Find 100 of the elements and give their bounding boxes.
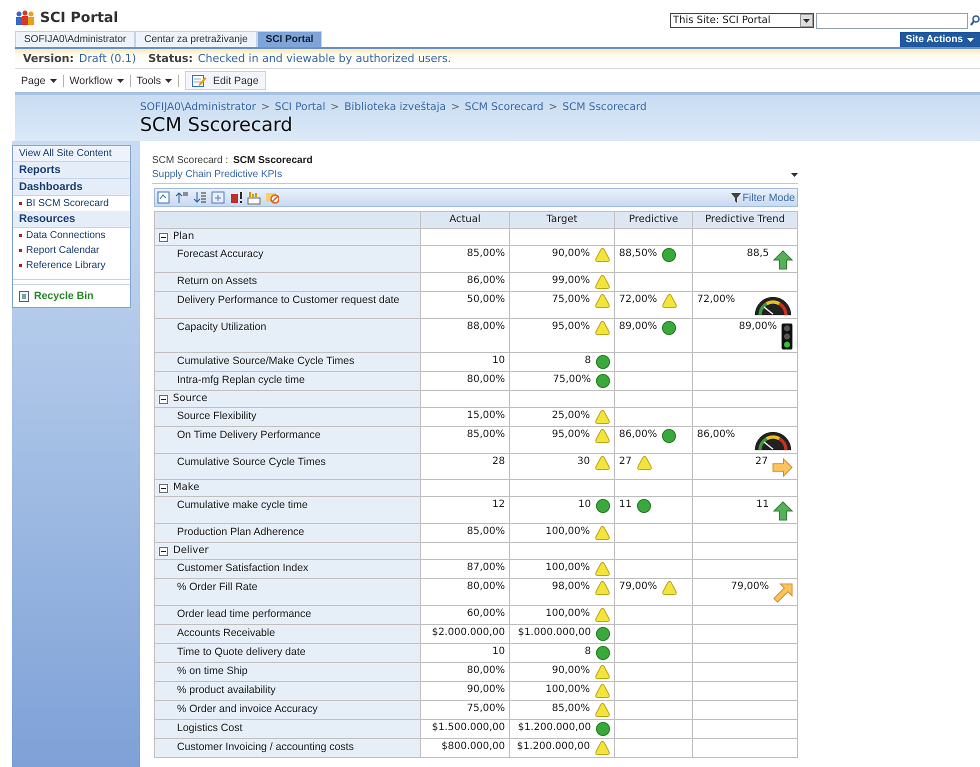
- site-actions-button[interactable]: Site Actions: [900, 32, 980, 47]
- status-triangle-icon: [595, 294, 610, 308]
- caret-icon: [803, 18, 810, 22]
- nav-item-label: Reference Library: [26, 260, 106, 271]
- target-value: 75,00%: [552, 374, 591, 386]
- column-header: Actual: [420, 212, 510, 228]
- search-field[interactable]: [816, 13, 968, 29]
- nav-item[interactable]: Reference Library: [13, 258, 130, 273]
- toolbar-menu[interactable]: Workflow: [64, 74, 131, 86]
- site-title[interactable]: SCI Portal: [40, 10, 118, 26]
- bin-icon: [19, 290, 29, 302]
- status-triangle-icon: [595, 581, 610, 595]
- breadcrumb-link[interactable]: SCM Scorecard: [464, 101, 544, 113]
- status-triangle-icon: [662, 294, 678, 308]
- nav-item[interactable]: Data Connections: [13, 228, 130, 243]
- breadcrumb-link[interactable]: SOFIJA0\Administrator: [140, 101, 256, 113]
- target-value: 8: [584, 646, 591, 658]
- trend-value: 79,00%: [730, 581, 769, 593]
- target-value: 95,00%: [552, 429, 590, 441]
- kpi-name: % Order and invoice Accuracy: [154, 700, 420, 720]
- clear-icon[interactable]: [265, 190, 279, 205]
- nav-item[interactable]: BI SCM Scorecard: [13, 196, 130, 211]
- actual-cell: 80,00%: [420, 578, 510, 606]
- nav-heading[interactable]: Reports: [13, 162, 130, 179]
- nav-link[interactable]: View All Site Content: [13, 146, 130, 162]
- predictive-value: 27: [619, 456, 632, 468]
- target-value: 100,00%: [546, 526, 590, 538]
- actual-cell: 80,00%: [420, 662, 510, 682]
- collapse-icon[interactable]: [159, 394, 168, 404]
- nav-heading[interactable]: Dashboards: [13, 179, 130, 196]
- target-value: 98,00%: [552, 581, 590, 593]
- toolbar-menu[interactable]: Page: [21, 74, 64, 86]
- status-triangle-icon: [662, 581, 678, 595]
- target-value: 90,00%: [552, 248, 590, 260]
- breadcrumb-separator: >: [548, 101, 558, 113]
- status-triangle-icon: [595, 665, 610, 679]
- status-circle-icon: [662, 429, 676, 443]
- group-label: Deliver: [173, 545, 209, 557]
- nav-tab[interactable]: SCI Portal: [256, 31, 322, 47]
- nav-tab[interactable]: Centar za pretraživanje: [135, 31, 257, 47]
- field-value: Checked in and viewable by authorized users.: [198, 52, 452, 65]
- scorecard-name: SCM Sscorecard: [233, 155, 313, 166]
- breadcrumb-separator: >: [330, 101, 340, 113]
- kpi-name: Customer Invoicing / accounting costs: [154, 738, 420, 758]
- filter-mode-link[interactable]: Filter Mode: [731, 192, 795, 204]
- kpi-name: Time to Quote delivery date: [154, 644, 420, 662]
- collapse-icon[interactable]: [159, 232, 168, 242]
- actual-cell: $2.000.000,00: [420, 624, 510, 644]
- target-value: 25,00%: [552, 410, 590, 422]
- field-label: Version:: [23, 52, 74, 65]
- trend-value: 88,5: [746, 248, 769, 260]
- target-value: 100,00%: [546, 562, 590, 574]
- nav-tab[interactable]: SOFIJA0\Administrator: [15, 31, 136, 47]
- status-triangle-icon: [595, 429, 610, 443]
- status-circle-icon: [662, 248, 676, 262]
- collapse-icon[interactable]: [159, 546, 168, 556]
- target-value: 100,00%: [546, 684, 590, 696]
- status-circle-icon: [662, 321, 676, 335]
- bullet-icon: [19, 202, 22, 205]
- predictive-value: 86,00%: [619, 429, 658, 441]
- status-circle-icon: [596, 499, 610, 513]
- search-icon[interactable]: [970, 14, 980, 26]
- kpi-name: Accounts Receivable: [154, 624, 420, 644]
- trend-value: 89,00%: [738, 321, 777, 333]
- kpi-name: Capacity Utilization: [154, 318, 420, 352]
- breadcrumb-link[interactable]: SCI Portal: [274, 101, 326, 113]
- status-triangle-icon: [595, 275, 610, 289]
- page-title: SCM Sscorecard: [140, 114, 294, 136]
- actual-cell: 10: [420, 352, 510, 372]
- status-triangle-icon: [636, 456, 652, 470]
- sort-ascending-icon[interactable]: [175, 190, 189, 205]
- target-value: 100,00%: [546, 608, 590, 620]
- group-label: Plan: [173, 231, 194, 243]
- status-circle-icon: [596, 646, 610, 660]
- sort-descending-icon[interactable]: [193, 190, 207, 205]
- kpi-name: Order lead time performance: [154, 606, 420, 624]
- toolbar-menu[interactable]: Tools: [130, 74, 180, 86]
- collapse-icon[interactable]: [159, 484, 168, 492]
- breadcrumb-link[interactable]: Biblioteka izveštaja: [344, 101, 446, 113]
- nav-item[interactable]: Report Calendar: [13, 243, 130, 258]
- edit-page-button[interactable]: Edit Page: [185, 71, 266, 90]
- breadcrumb-separator: >: [260, 101, 270, 113]
- filter-icon: [731, 192, 742, 202]
- status-triangle-icon: [595, 456, 610, 470]
- alert-icon[interactable]: [229, 190, 243, 205]
- actual-cell: $800.000,00: [420, 738, 510, 758]
- expand-icon[interactable]: [211, 190, 225, 205]
- right-arrow-icon: [772, 458, 793, 477]
- nav-heading[interactable]: Resources: [13, 211, 130, 228]
- recycle-bin-link[interactable]: Recycle Bin: [13, 284, 130, 307]
- predictive-value: 89,00%: [619, 321, 658, 333]
- status-circle-icon: [596, 355, 610, 369]
- view-link[interactable]: Supply Chain Predictive KPIs: [152, 169, 282, 180]
- predictive-value: 79,00%: [619, 581, 658, 593]
- actual-cell: 80,00%: [420, 372, 510, 390]
- predictive-value: 11: [619, 499, 632, 511]
- number-format-icon[interactable]: [247, 190, 261, 205]
- group-label: Source: [173, 393, 208, 405]
- status-triangle-icon: [595, 526, 610, 540]
- scope-dropdown[interactable]: This Site: SCI Portal: [670, 13, 814, 28]
